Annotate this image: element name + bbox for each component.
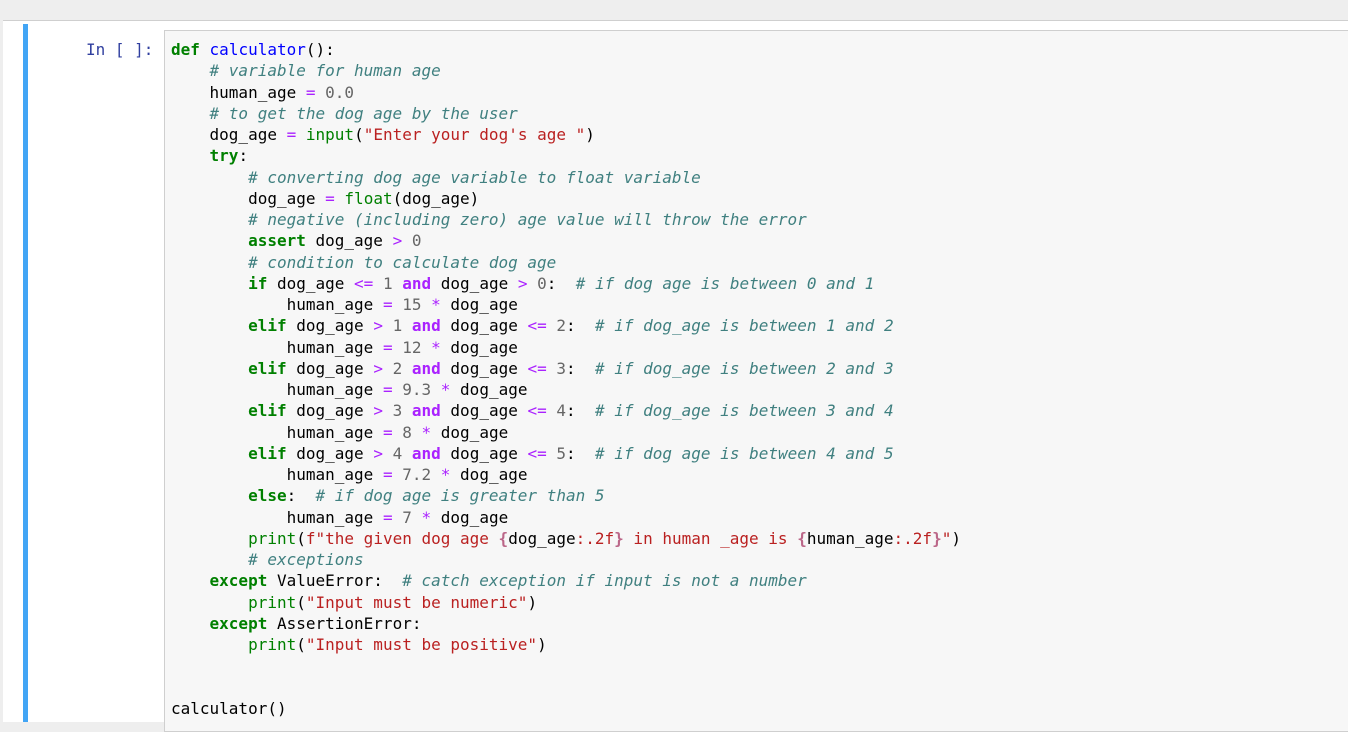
notebook-container: In [ ]: def calculator(): # variable for… (3, 20, 1348, 732)
code-line[interactable]: if dog_age <= 1 and dog_age > 0: # if do… (171, 274, 874, 293)
code-line[interactable]: except ValueError: # catch exception if … (171, 571, 807, 590)
code-line[interactable]: human_age = 7 * dog_age (171, 508, 509, 527)
code-cell[interactable]: In [ ]: def calculator(): # variable for… (23, 24, 1348, 732)
code-editor[interactable]: def calculator(): # variable for human a… (164, 30, 1348, 732)
code-line[interactable]: human_age = 8 * dog_age (171, 423, 509, 442)
code-line[interactable]: except AssertionError: (171, 614, 422, 633)
code-line[interactable]: calculator() (171, 699, 287, 718)
input-prompt: In [ ]: (86, 40, 154, 59)
code-line[interactable]: # negative (including zero) age value wi… (171, 210, 807, 229)
code-line[interactable]: # condition to calculate dog age (171, 253, 556, 272)
code-line[interactable]: # to get the dog age by the user (171, 104, 518, 123)
code-line[interactable]: assert dog_age > 0 (171, 231, 421, 250)
code-line[interactable]: # variable for human age (171, 61, 441, 80)
code-line[interactable]: elif dog_age > 2 and dog_age <= 3: # if … (171, 359, 894, 378)
code-line[interactable]: print(f"the given dog age {dog_age:.2f} … (171, 529, 961, 548)
code-line[interactable]: # converting dog age variable to float v… (171, 168, 701, 187)
code-line[interactable]: dog_age = float(dog_age) (171, 189, 479, 208)
code-line[interactable]: human_age = 7.2 * dog_age (171, 465, 528, 484)
code-line[interactable]: human_age = 12 * dog_age (171, 338, 518, 357)
code-line[interactable]: print("Input must be positive") (171, 635, 547, 654)
code-line[interactable]: dog_age = input("Enter your dog's age ") (171, 125, 595, 144)
code-line[interactable]: try: (171, 146, 249, 165)
code-line[interactable]: elif dog_age > 1 and dog_age <= 2: # if … (171, 316, 894, 335)
code-line[interactable]: human_age = 9.3 * dog_age (171, 380, 528, 399)
code-line[interactable]: def calculator(): (171, 40, 335, 59)
code-line[interactable]: human_age = 15 * dog_age (171, 295, 518, 314)
code-line[interactable]: else: # if dog age is greater than 5 (171, 486, 604, 505)
code-line[interactable]: elif dog_age > 3 and dog_age <= 4: # if … (171, 401, 894, 420)
code-line[interactable]: # exceptions (171, 550, 364, 569)
code-text[interactable]: def calculator(): # variable for human a… (171, 39, 961, 719)
code-line[interactable]: print("Input must be numeric") (171, 593, 537, 612)
code-line[interactable]: elif dog_age > 4 and dog_age <= 5: # if … (171, 444, 894, 463)
notebook-page: In [ ]: def calculator(): # variable for… (0, 0, 1348, 732)
code-line[interactable]: human_age = 0.0 (171, 83, 355, 102)
